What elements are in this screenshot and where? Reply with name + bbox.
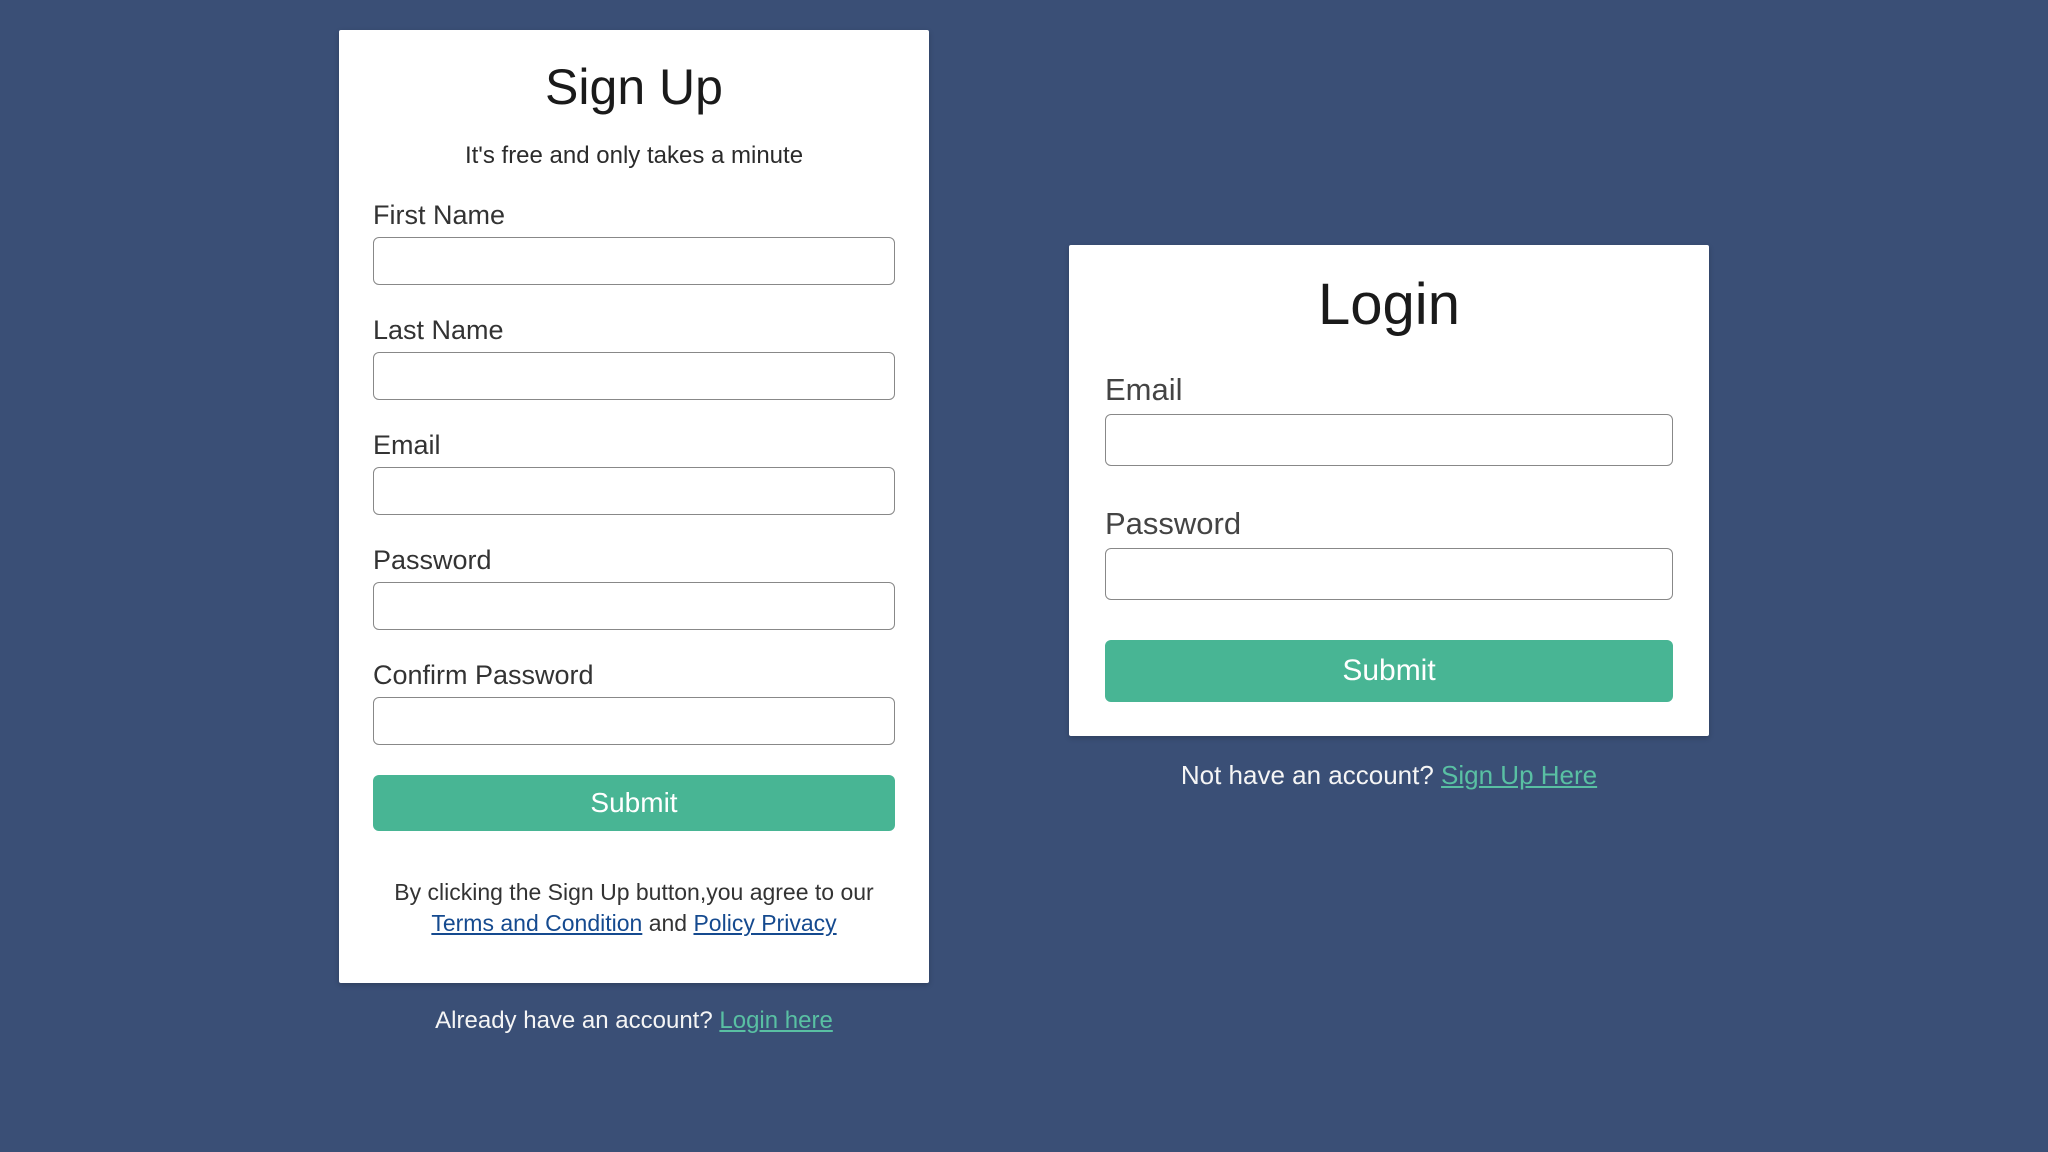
signup-password-input[interactable] [373,582,895,630]
confirm-password-label: Confirm Password [373,660,895,691]
login-submit-button[interactable]: Submit [1105,640,1673,702]
signup-column: Sign Up It's free and only takes a minut… [339,30,929,1035]
terms-pre: By clicking the Sign Up button,you agree… [394,879,873,905]
signup-here-link[interactable]: Sign Up Here [1441,760,1597,790]
signup-below-text: Already have an account? Login here [435,1007,833,1035]
login-card: Login Email Password Submit [1069,245,1709,736]
first-name-label: First Name [373,200,895,231]
signup-subtitle: It's free and only takes a minute [373,142,895,170]
login-password-input[interactable] [1105,548,1673,600]
signup-email-group: Email [373,430,895,515]
confirm-password-group: Confirm Password [373,660,895,745]
signup-email-input[interactable] [373,467,895,515]
already-account-text: Already have an account? [435,1007,719,1034]
terms-link[interactable]: Terms and Condition [431,910,642,936]
privacy-link[interactable]: Policy Privacy [693,910,836,936]
login-title: Login [1105,271,1673,338]
login-email-group: Email [1105,372,1673,466]
login-column: Login Email Password Submit Not have an … [1069,245,1709,791]
signup-submit-button[interactable]: Submit [373,775,895,831]
last-name-input[interactable] [373,352,895,400]
first-name-group: First Name [373,200,895,285]
signup-password-label: Password [373,545,895,576]
last-name-group: Last Name [373,315,895,400]
login-below-text: Not have an account? Sign Up Here [1181,760,1597,791]
first-name-input[interactable] [373,237,895,285]
signup-email-label: Email [373,430,895,461]
signup-password-group: Password [373,545,895,630]
signup-card: Sign Up It's free and only takes a minut… [339,30,929,983]
terms-text: By clicking the Sign Up button,you agree… [373,877,895,939]
login-email-label: Email [1105,372,1673,408]
confirm-password-input[interactable] [373,697,895,745]
no-account-text: Not have an account? [1181,760,1441,790]
login-password-group: Password [1105,506,1673,600]
terms-mid: and [649,910,694,936]
login-email-input[interactable] [1105,414,1673,466]
login-password-label: Password [1105,506,1673,542]
login-here-link[interactable]: Login here [719,1007,832,1034]
last-name-label: Last Name [373,315,895,346]
signup-title: Sign Up [373,58,895,116]
